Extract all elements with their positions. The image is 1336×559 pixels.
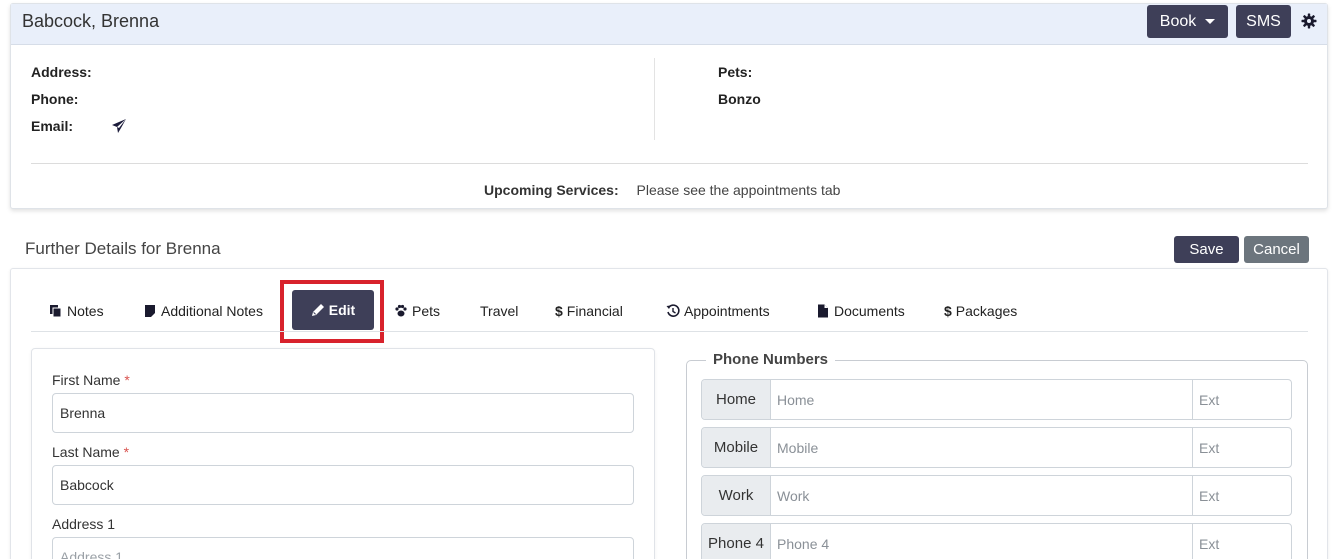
save-button[interactable]: Save — [1174, 236, 1239, 263]
client-header: Babcock, Brenna Book SMS — [11, 4, 1327, 45]
chevron-down-icon — [1205, 19, 1216, 24]
phone-label: Phone: — [31, 91, 79, 107]
last-name-value: Babcock — [60, 477, 114, 493]
book-button-label: Book — [1159, 12, 1197, 30]
paw-icon — [395, 304, 407, 317]
copy-icon — [50, 305, 62, 318]
tab-pets[interactable]: Pets — [394, 300, 440, 322]
mobile-ext-input[interactable]: Ext — [1193, 428, 1291, 467]
send-email-icon[interactable] — [111, 118, 127, 134]
pet-name[interactable]: Bonzo — [718, 91, 761, 118]
tab-label: Travel — [480, 303, 519, 319]
upcoming-services-label: Upcoming Services: — [484, 182, 619, 198]
dollar-icon: $ — [944, 303, 952, 319]
required-mark: * — [124, 372, 130, 388]
address-label: Address: — [31, 64, 92, 80]
further-details-title: Further Details for Brenna — [25, 239, 221, 258]
file-icon — [145, 305, 155, 317]
address1-placeholder: Address 1 — [60, 549, 124, 559]
tab-label: Packages — [955, 303, 1018, 319]
last-name-field[interactable]: Babcock — [52, 465, 634, 505]
required-mark: * — [123, 444, 130, 460]
upcoming-services-value: Please see the appointments tab — [636, 182, 841, 198]
phone-type-label: Home — [702, 380, 771, 419]
document-icon — [818, 304, 828, 318]
cancel-button[interactable]: Cancel — [1244, 236, 1309, 263]
phone4-input[interactable]: Phone 4 — [771, 524, 1193, 559]
tab-packages[interactable]: $ Packages — [944, 300, 1017, 322]
phone-row-phone4: Phone 4 Phone 4 Ext — [701, 523, 1292, 559]
book-button[interactable]: Book — [1147, 5, 1228, 38]
tab-financial[interactable]: $ Financial — [555, 300, 623, 322]
address1-label: Address 1 — [52, 516, 116, 532]
email-label: Email: — [31, 118, 74, 134]
first-name-label: First Name * — [52, 372, 130, 388]
vertical-divider — [654, 58, 655, 140]
upcoming-services: Upcoming Services: Please see the appoin… — [484, 182, 840, 198]
home-phone-input[interactable]: Home — [771, 380, 1193, 419]
phone-type-label: Work — [702, 476, 771, 515]
history-icon — [666, 304, 680, 317]
tab-documents[interactable]: Documents — [816, 300, 905, 322]
home-ext-input[interactable]: Ext — [1193, 380, 1291, 419]
horizontal-divider — [31, 163, 1308, 164]
phone-type-label: Phone 4 — [702, 524, 771, 559]
tab-label: Notes — [67, 303, 104, 319]
tab-label: Documents — [834, 303, 905, 319]
client-name: Babcock, Brenna — [22, 11, 160, 31]
phone-numbers-legend: Phone Numbers — [706, 351, 836, 368]
tab-travel[interactable]: Travel — [480, 300, 518, 322]
tab-notes[interactable]: Notes — [49, 300, 104, 322]
phone-row-home: Home Home Ext — [701, 379, 1292, 420]
tab-label: Additional Notes — [161, 303, 263, 319]
tab-appointments[interactable]: Appointments — [666, 300, 770, 322]
contact-info: Address: Phone: Email: — [31, 64, 92, 145]
tabs-divider — [31, 331, 1308, 332]
highlight-box — [280, 280, 384, 343]
gear-icon[interactable] — [1301, 13, 1317, 29]
dollar-icon: $ — [555, 303, 563, 319]
mobile-phone-input[interactable]: Mobile — [771, 428, 1193, 467]
address1-field[interactable]: Address 1 — [52, 537, 634, 559]
first-name-field[interactable]: Brenna — [52, 393, 634, 433]
sms-button-label: SMS — [1246, 12, 1281, 30]
work-ext-input[interactable]: Ext — [1193, 476, 1291, 515]
phone-type-label: Mobile — [702, 428, 771, 467]
tab-label: Financial — [566, 303, 623, 319]
sms-button[interactable]: SMS — [1236, 5, 1291, 38]
phone4-ext-input[interactable]: Ext — [1193, 524, 1291, 559]
tab-label: Appointments — [684, 303, 770, 319]
first-name-value: Brenna — [60, 405, 106, 421]
pets-info: Pets: Bonzo — [718, 64, 761, 118]
last-name-label: Last Name * — [52, 444, 130, 460]
phone-row-work: Work Work Ext — [701, 475, 1292, 516]
tab-label: Pets — [412, 303, 441, 319]
client-card: Babcock, Brenna Book SMS Address: Phone:… — [10, 3, 1328, 209]
phone-row-mobile: Mobile Mobile Ext — [701, 427, 1292, 468]
pets-label: Pets: — [718, 64, 753, 80]
work-phone-input[interactable]: Work — [771, 476, 1193, 515]
tab-additional-notes[interactable]: Additional Notes — [143, 300, 263, 322]
